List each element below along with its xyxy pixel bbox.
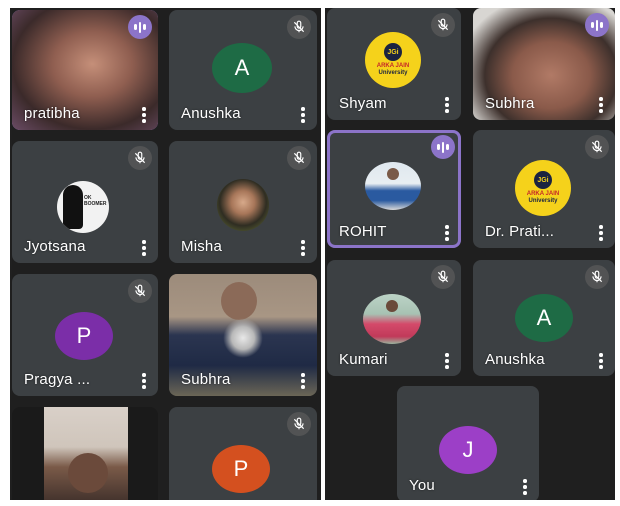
participant-name: Subhra: [181, 371, 231, 388]
profile-photo: [365, 162, 421, 210]
participant-name: Misha: [181, 238, 223, 255]
participant-video: [44, 407, 128, 500]
profile-photo: [217, 179, 269, 231]
participant-tile-subhra-right[interactable]: Subhra: [473, 8, 615, 120]
more-options-icon[interactable]: [445, 225, 449, 241]
logo-line1: ARKA JAIN: [526, 191, 560, 197]
participant-name: Shyam: [339, 95, 387, 112]
participant-tile-dr-prati[interactable]: JGi ARKA JAIN University Dr. Prati...: [473, 130, 615, 248]
more-options-icon[interactable]: [599, 97, 603, 113]
profile-photo: [363, 294, 421, 344]
more-options-icon[interactable]: [599, 353, 603, 369]
logo-line2: University: [528, 198, 558, 204]
participant-name: Subhra: [485, 95, 535, 112]
more-options-icon[interactable]: [301, 107, 305, 123]
participant-tile-video[interactable]: [12, 407, 158, 500]
participant-tile-pratibha[interactable]: pratibha: [12, 10, 158, 130]
participant-tile-you[interactable]: J You: [397, 386, 539, 500]
university-logo: JGi ARKA JAIN University: [365, 32, 421, 88]
participant-tile-p[interactable]: P: [169, 407, 317, 500]
more-options-icon[interactable]: [142, 107, 146, 123]
avatar: A: [212, 43, 272, 93]
participant-name: Anushka: [181, 105, 241, 122]
meeting-grid-right: JGi ARKA JAIN University Shyam Subhra RO…: [325, 8, 615, 500]
participant-tile-kumari[interactable]: Kumari: [327, 260, 461, 376]
audio-level-icon: [585, 13, 609, 37]
avatar-letter: A: [234, 55, 250, 80]
avatar: A: [515, 294, 573, 342]
audio-level-icon: [128, 15, 152, 39]
avatar-letter: P: [76, 323, 92, 348]
more-options-icon[interactable]: [445, 353, 449, 369]
logo-badge: JGi: [534, 171, 552, 189]
mic-off-icon: [585, 135, 609, 159]
logo-badge: JGi: [384, 43, 402, 61]
mic-off-icon: [287, 15, 311, 39]
more-options-icon[interactable]: [301, 373, 305, 389]
participant-name: Anushka: [485, 351, 545, 368]
logo-line1: ARKA JAIN: [376, 63, 410, 69]
avatar: P: [55, 312, 113, 360]
profile-photo-text: OK BOOMER: [84, 195, 107, 207]
participant-name: pratibha: [24, 105, 80, 122]
more-options-icon[interactable]: [301, 240, 305, 256]
participant-tile-anushka-right[interactable]: A Anushka: [473, 260, 615, 376]
meeting-grid-left: pratibha A Anushka OK BOOMER Jyotsana Mi…: [10, 8, 321, 500]
more-options-icon[interactable]: [142, 240, 146, 256]
profile-photo: OK BOOMER: [57, 181, 109, 233]
more-options-icon[interactable]: [445, 97, 449, 113]
participant-name: You: [409, 477, 435, 494]
logo-line2: University: [378, 70, 408, 76]
participant-tile-pragya[interactable]: P Pragya ...: [12, 274, 158, 396]
university-logo: JGi ARKA JAIN University: [515, 160, 571, 216]
participant-name: Jyotsana: [24, 238, 86, 255]
mic-off-icon: [128, 279, 152, 303]
more-options-icon[interactable]: [599, 225, 603, 241]
participant-tile-subhra[interactable]: Subhra: [169, 274, 317, 396]
mic-off-icon: [585, 265, 609, 289]
participant-tile-shyam[interactable]: JGi ARKA JAIN University Shyam: [327, 8, 461, 120]
avatar: J: [439, 426, 497, 474]
avatar-letter: P: [233, 456, 249, 481]
more-options-icon[interactable]: [523, 479, 527, 495]
participant-name: Pragya ...: [24, 371, 91, 388]
mic-off-icon: [431, 265, 455, 289]
participant-tile-rohit[interactable]: ROHIT: [327, 130, 461, 248]
participant-name: Dr. Prati...: [485, 223, 555, 240]
participant-name: Kumari: [339, 351, 388, 368]
mic-off-icon: [287, 412, 311, 436]
more-options-icon[interactable]: [142, 373, 146, 389]
participant-tile-jyotsana[interactable]: OK BOOMER Jyotsana: [12, 141, 158, 263]
participant-tile-anushka[interactable]: A Anushka: [169, 10, 317, 130]
audio-level-icon: [431, 135, 455, 159]
avatar: P: [212, 445, 270, 493]
participant-name: ROHIT: [339, 223, 387, 240]
participant-tile-misha[interactable]: Misha: [169, 141, 317, 263]
mic-off-icon: [287, 146, 311, 170]
mic-off-icon: [128, 146, 152, 170]
avatar-letter: A: [536, 305, 552, 330]
mic-off-icon: [431, 13, 455, 37]
avatar-letter: J: [462, 437, 474, 462]
